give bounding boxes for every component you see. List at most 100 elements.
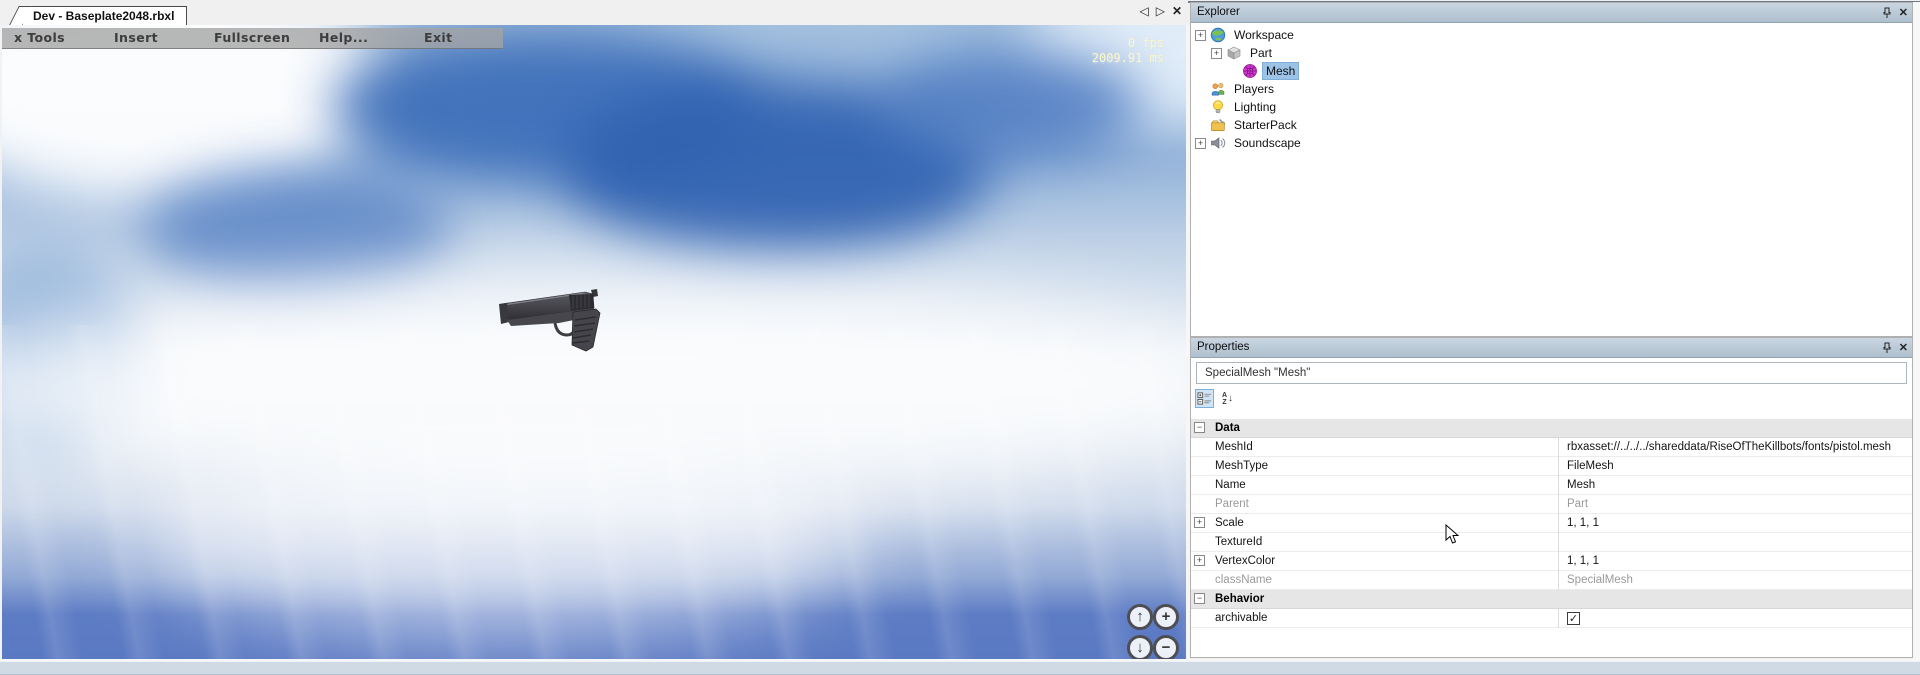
tree-item-workspace[interactable]: + Workspace — [1191, 26, 1912, 44]
property-row-archivable[interactable]: archivable ✓ — [1191, 609, 1912, 628]
property-value[interactable]: 1, 1, 1 — [1559, 514, 1912, 533]
property-value[interactable] — [1559, 533, 1912, 552]
minus-icon: − — [1162, 639, 1171, 656]
globe-icon — [1210, 27, 1226, 43]
menu-item-fullscreen[interactable]: Fullscreen — [214, 30, 290, 45]
zoom-out-button[interactable]: − — [1153, 635, 1179, 659]
tree-item-label: Workspace — [1231, 27, 1297, 43]
category-label: Behavior — [1191, 590, 1559, 609]
performance-overlay: 0 fps 2009.91 ms — [1092, 36, 1164, 66]
document-tab-bar: Dev - Baseplate2048.rbxl ◁ ▷ ✕ — [0, 0, 1188, 25]
property-name: Name — [1191, 476, 1559, 495]
fps-counter: 0 fps — [1092, 36, 1164, 51]
category-row-behavior[interactable]: − Behavior — [1191, 590, 1912, 609]
property-row-vertexcolor[interactable]: + VertexColor 1, 1, 1 — [1191, 552, 1912, 571]
document-tab[interactable]: Dev - Baseplate2048.rbxl — [22, 6, 187, 25]
property-value[interactable]: Mesh — [1559, 476, 1912, 495]
sky-blue-patch — [882, 50, 1142, 160]
property-row-parent: Parent Part — [1191, 495, 1912, 514]
menu-item-tools[interactable]: x Tools — [14, 30, 65, 45]
pistol-mesh-model[interactable] — [497, 286, 615, 354]
archivable-checkbox[interactable]: ✓ — [1567, 612, 1580, 625]
property-name: Parent — [1191, 495, 1559, 514]
categorized-icon — [1197, 391, 1212, 406]
zoom-in-button[interactable]: + — [1153, 604, 1179, 630]
tree-item-mesh[interactable]: Mesh — [1191, 62, 1912, 80]
explorer-panel: Explorer ✕ + Workspace + Part — [1190, 2, 1913, 337]
status-bar — [0, 661, 1920, 675]
menu-item-exit[interactable]: Exit — [424, 30, 452, 45]
property-name: className — [1191, 571, 1559, 590]
category-row-data[interactable]: − Data — [1191, 419, 1912, 438]
property-row-meshtype[interactable]: MeshType FileMesh — [1191, 457, 1912, 476]
plus-icon: + — [1162, 608, 1171, 625]
alphabetical-sort-button[interactable]: AZ ↓ — [1218, 389, 1237, 408]
expand-box-icon[interactable]: + — [1195, 30, 1206, 41]
camera-tilt-down-button[interactable]: ↓ — [1127, 635, 1153, 659]
property-name: VertexColor — [1191, 552, 1559, 571]
menu-item-help[interactable]: Help... — [319, 30, 368, 45]
property-value[interactable]: rbxasset://../../../shareddata/RiseOfThe… — [1559, 438, 1912, 457]
lightbulb-icon — [1210, 99, 1226, 115]
selected-object-label: SpecialMesh "Mesh" — [1205, 367, 1310, 379]
property-row-scale[interactable]: + Scale 1, 1, 1 — [1191, 514, 1912, 533]
players-icon — [1210, 81, 1226, 97]
tab-scroll-left-icon[interactable]: ◁ — [1139, 4, 1148, 18]
folder-tools-icon — [1210, 117, 1226, 133]
tree-item-label: Lighting — [1231, 99, 1279, 115]
property-name: MeshId — [1191, 438, 1559, 457]
part-icon — [1226, 45, 1242, 61]
cloud-streaks — [2, 325, 1186, 659]
explorer-tree[interactable]: + Workspace + Part Mesh — [1191, 23, 1912, 336]
up-arrow-icon: ↑ — [1136, 608, 1144, 625]
close-icon[interactable]: ✕ — [1899, 4, 1908, 23]
mesh-icon — [1242, 63, 1258, 79]
tab-scroll-right-icon[interactable]: ▷ — [1156, 4, 1165, 18]
pin-icon[interactable] — [1883, 342, 1891, 354]
property-value[interactable]: FileMesh — [1559, 457, 1912, 476]
tree-item-label: Soundscape — [1231, 135, 1304, 151]
properties-grid: − Data MeshId rbxasset://../../../shared… — [1191, 419, 1912, 628]
tab-close-icon[interactable]: ✕ — [1172, 4, 1182, 18]
menu-item-insert[interactable]: Insert — [114, 30, 158, 45]
document-tab-title: Dev - Baseplate2048.rbxl — [33, 9, 174, 23]
tree-item-soundscape[interactable]: + Soundscape — [1191, 134, 1912, 152]
close-icon[interactable]: ✕ — [1899, 339, 1908, 358]
ingame-menu-bar: x Tools Insert Fullscreen Help... Exit — [2, 28, 503, 49]
property-row-textureid[interactable]: TextureId — [1191, 533, 1912, 552]
tree-item-part[interactable]: + Part — [1191, 44, 1912, 62]
pin-icon[interactable] — [1883, 7, 1891, 19]
property-row-meshid[interactable]: MeshId rbxasset://../../../shareddata/Ri… — [1191, 438, 1912, 457]
expand-box-icon[interactable]: + — [1195, 138, 1206, 149]
property-name: archivable — [1191, 609, 1559, 628]
down-arrow-icon: ↓ — [1136, 639, 1144, 656]
sky-blue-patch — [142, 170, 452, 290]
properties-panel-title: Properties — [1197, 341, 1249, 353]
explorer-panel-title: Explorer — [1197, 6, 1240, 18]
tree-item-starterpack[interactable]: StarterPack — [1191, 116, 1912, 134]
camera-tilt-up-button[interactable]: ↑ — [1127, 604, 1153, 630]
expand-box-icon[interactable]: + — [1211, 48, 1222, 59]
tree-item-label: StarterPack — [1231, 117, 1300, 133]
property-row-classname: className SpecialMesh — [1191, 571, 1912, 590]
tree-item-lighting[interactable]: Lighting — [1191, 98, 1912, 116]
property-value: Part — [1559, 495, 1912, 514]
tree-item-players[interactable]: Players — [1191, 80, 1912, 98]
property-name: MeshType — [1191, 457, 1559, 476]
speaker-icon — [1210, 135, 1226, 151]
window-right-edge — [1913, 2, 1920, 675]
category-label: Data — [1191, 419, 1559, 438]
tree-item-label: Part — [1247, 45, 1275, 61]
3d-viewport[interactable]: x Tools Insert Fullscreen Help... Exit 0… — [0, 25, 1186, 659]
tree-item-label: Players — [1231, 81, 1277, 97]
property-name: TextureId — [1191, 533, 1559, 552]
property-row-name[interactable]: Name Mesh — [1191, 476, 1912, 495]
selected-object-box[interactable]: SpecialMesh "Mesh" — [1196, 362, 1907, 384]
property-value: SpecialMesh — [1559, 571, 1912, 590]
property-name: Scale — [1191, 514, 1559, 533]
frame-time-counter: 2009.91 ms — [1092, 51, 1164, 66]
categorized-view-button[interactable] — [1195, 389, 1214, 408]
property-value[interactable]: 1, 1, 1 — [1559, 552, 1912, 571]
properties-panel: Properties ✕ SpecialMesh "Mesh" — [1190, 337, 1913, 658]
tree-item-label-selected: Mesh — [1263, 63, 1298, 79]
